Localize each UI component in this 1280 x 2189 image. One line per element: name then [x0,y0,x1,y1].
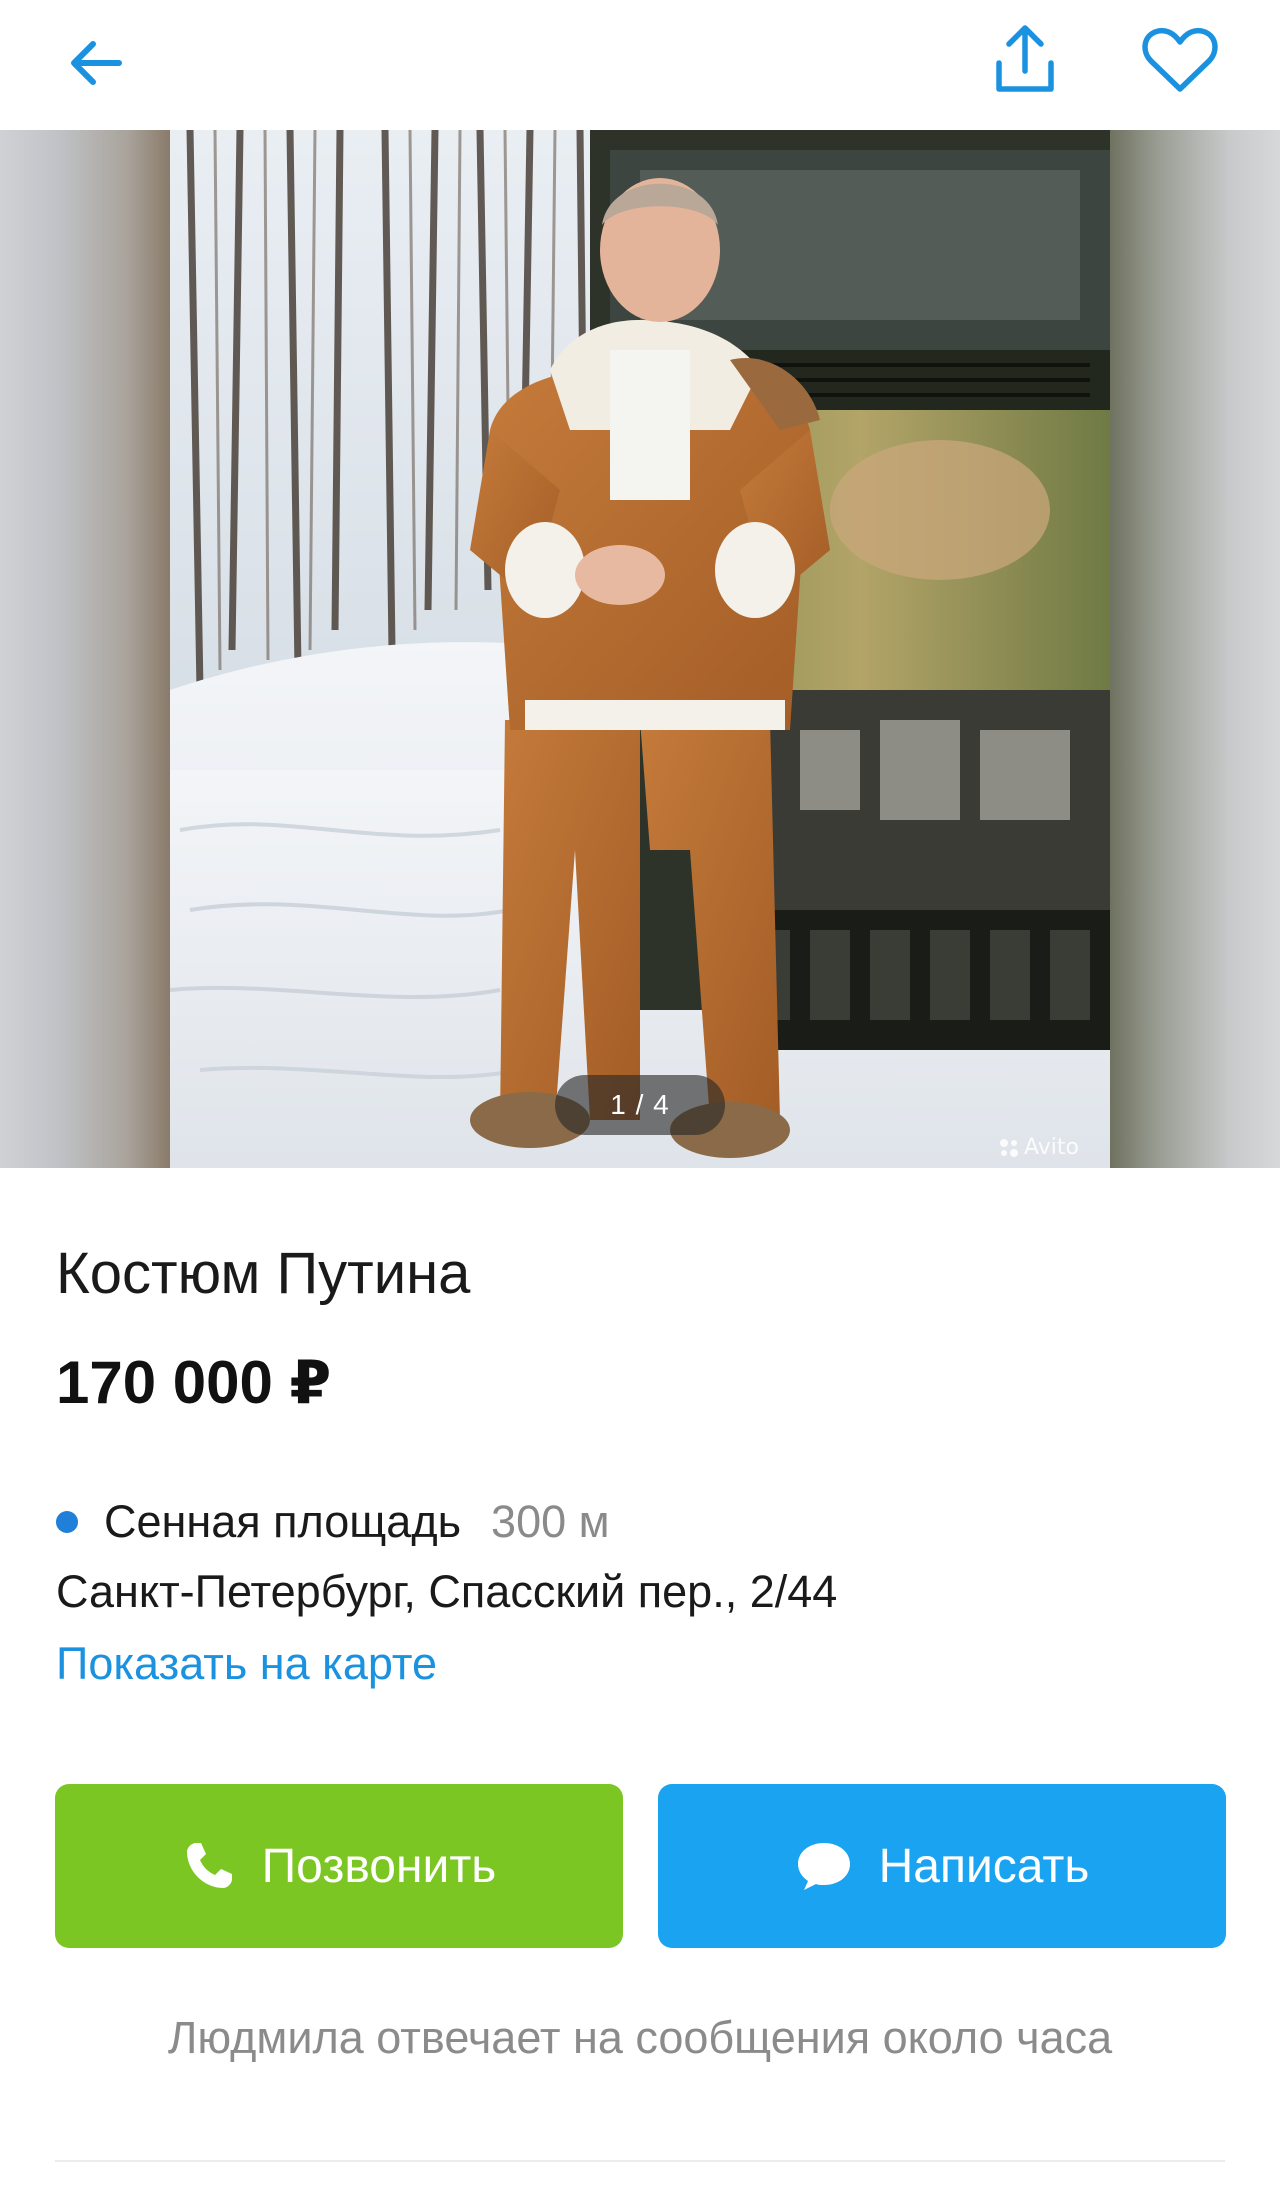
gallery-blur-left [0,130,170,1168]
photo-counter: 1 / 4 [555,1075,725,1135]
gallery-blur-right [1110,130,1280,1168]
back-button[interactable] [50,18,140,108]
call-button-label: Позвонить [261,1839,497,1893]
watermark-text: Avito [1024,1135,1079,1160]
avito-logo-icon [1000,1138,1018,1157]
favorite-button[interactable] [1132,12,1228,108]
seller-response-note: Людмила отвечает на сообщения около часа [167,2012,1113,2063]
listing-photo[interactable] [170,130,1110,1168]
write-message-button[interactable]: Написать [658,1784,1226,1948]
listing-address: Санкт-Петербург, Спасский пер., 2/44 [56,1566,838,1617]
share-button[interactable] [980,14,1070,104]
photo-gallery[interactable]: 1 / 4 Avito [0,130,1280,1168]
chat-bubble-icon [795,1840,853,1892]
listing-title: Костюм Путина [56,1241,471,1306]
metro-distance: 300 м [491,1496,610,1547]
section-divider [55,2160,1225,2162]
arrow-left-icon [71,41,122,85]
avito-watermark: Avito [998,1135,1079,1160]
listing-price: 170 000 ₽ [56,1349,332,1416]
write-button-label: Написать [878,1839,1090,1893]
top-bar [0,0,1280,130]
call-button[interactable]: Позвонить [55,1784,623,1948]
metro-name: Сенная площадь [104,1496,462,1547]
metro-station: Сенная площадь 300 м [56,1492,610,1552]
share-icon [996,25,1054,92]
metro-line-dot [56,1511,78,1533]
show-on-map-link[interactable]: Показать на карте [56,1638,437,1690]
phone-icon [182,1839,236,1893]
heart-icon [1142,27,1218,92]
